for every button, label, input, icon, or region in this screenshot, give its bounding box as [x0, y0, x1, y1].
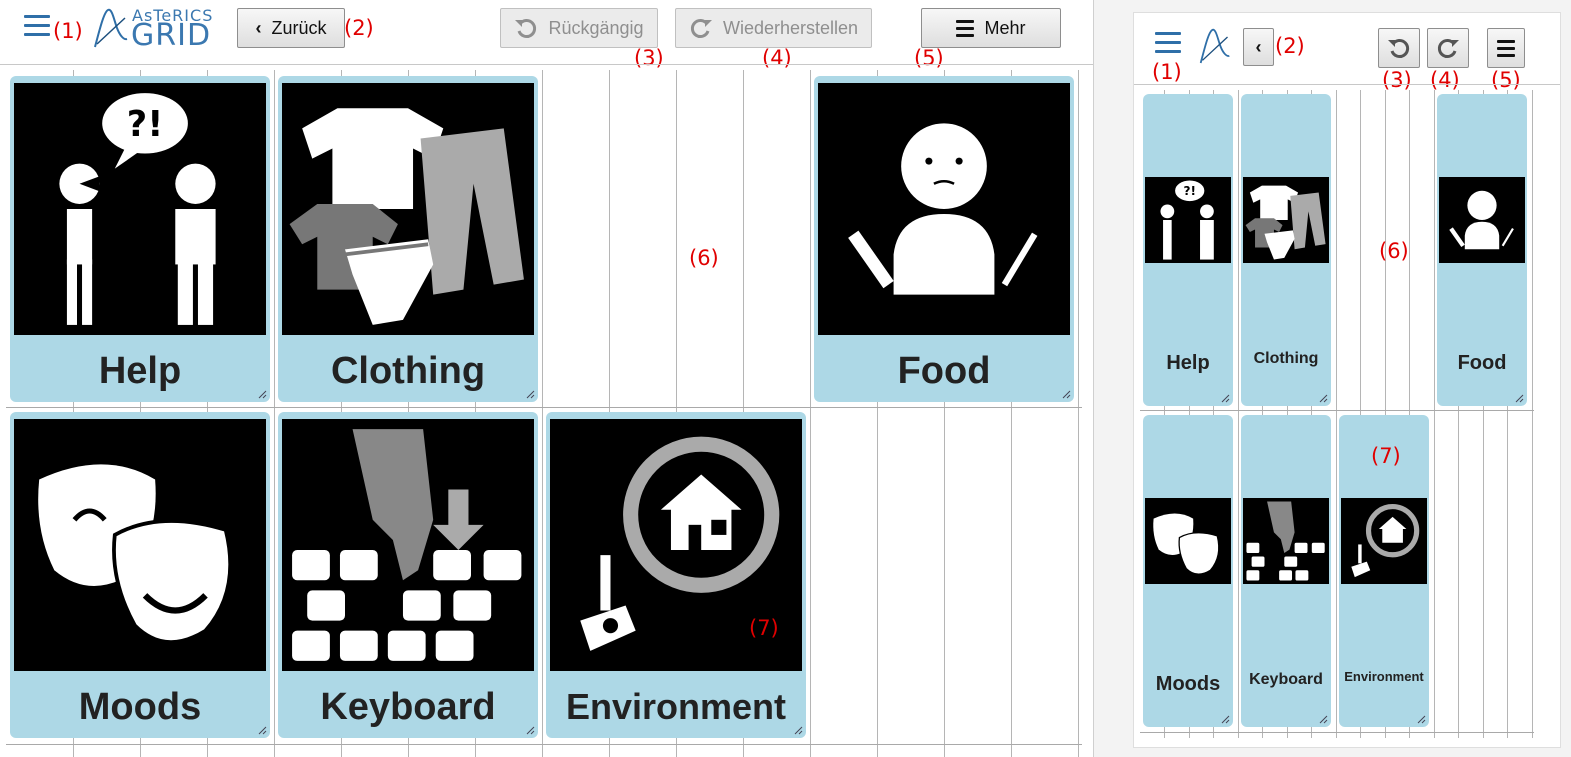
- mobile-undo-button[interactable]: [1378, 28, 1420, 68]
- tile-label: Keyboard: [320, 686, 496, 728]
- moods-pictogram-icon: [1145, 498, 1231, 584]
- tile-label: Help: [1166, 352, 1210, 374]
- resize-handle-icon: [1319, 715, 1328, 724]
- tile-label: Food: [1457, 352, 1507, 374]
- tile-label: Clothing: [1253, 350, 1319, 367]
- hamburger-icon: [1155, 32, 1181, 53]
- mobile-view: (1) ‹ (2) (3) (4) (5) (6) ?! Help Clothi…: [1093, 0, 1571, 757]
- menu-icon: [1497, 39, 1515, 57]
- resize-handle-icon: [258, 390, 267, 399]
- header-divider: [0, 64, 1093, 65]
- tile-label: Moods: [78, 686, 202, 728]
- annotation-2: (2): [344, 16, 374, 40]
- annotation-2: (2): [1275, 34, 1305, 58]
- tile-moods[interactable]: Moods: [10, 412, 270, 738]
- mobile-tile-keyboard[interactable]: Keyboard: [1241, 415, 1331, 727]
- mobile-back-button[interactable]: ‹: [1243, 28, 1274, 66]
- annotation-3: (3): [634, 46, 664, 70]
- undo-label: Rückgängig: [548, 17, 644, 38]
- redo-label: Wiederherstellen: [722, 17, 859, 38]
- mobile-header-divider: [1134, 84, 1560, 85]
- food-pictogram-icon: [818, 83, 1070, 335]
- tile-help[interactable]: ?! Help: [10, 76, 270, 402]
- tile-label: Clothing: [330, 350, 486, 392]
- redo-icon: [690, 19, 712, 38]
- redo-button[interactable]: Wiederherstellen: [675, 8, 872, 48]
- help-pictogram-icon: ?!: [14, 83, 266, 335]
- tile-label: Environment: [1344, 669, 1424, 684]
- desktop-view: (1) AsTeRICS GRID ‹ Zurück (2) Rückgängi…: [0, 0, 1093, 757]
- moods-pictogram-icon: [14, 419, 266, 671]
- tile-label: Help: [98, 350, 182, 392]
- keyboard-pictogram-icon: [1243, 498, 1329, 584]
- menu-icon: [956, 19, 975, 37]
- back-button[interactable]: ‹ Zurück: [237, 8, 345, 48]
- mobile-tile-help[interactable]: ?! Help: [1143, 94, 1233, 406]
- mobile-menu-button[interactable]: [1155, 32, 1183, 58]
- annotation-5: (5): [1491, 68, 1521, 92]
- more-button[interactable]: Mehr: [921, 8, 1061, 48]
- more-label: Mehr: [984, 17, 1026, 38]
- hamburger-icon: [24, 13, 50, 36]
- redo-icon: [1437, 39, 1459, 58]
- resize-handle-icon: [1417, 715, 1426, 724]
- svg-text:?!: ?!: [127, 104, 164, 145]
- tile-food[interactable]: Food: [814, 76, 1074, 402]
- tile-label: Food: [897, 350, 991, 392]
- annotation-4: (4): [1430, 68, 1460, 92]
- resize-handle-icon: [1319, 394, 1328, 403]
- annotation-1: (1): [1152, 60, 1182, 84]
- undo-icon: [1388, 39, 1410, 58]
- environment-pictogram-icon: [1341, 498, 1427, 584]
- annotation-5: (5): [914, 46, 944, 70]
- resize-handle-icon: [1221, 715, 1230, 724]
- clothing-pictogram-icon: [1243, 177, 1329, 263]
- help-pictogram-icon: ?!: [1145, 177, 1231, 263]
- annotation-6: (6): [1379, 239, 1409, 263]
- mobile-tile-food[interactable]: Food: [1437, 94, 1527, 406]
- mobile-logo-icon: [1199, 28, 1230, 64]
- resize-handle-icon: [1062, 390, 1071, 399]
- annotation-4: (4): [762, 46, 792, 70]
- keyboard-pictogram-icon: [282, 419, 534, 671]
- annotation-7: (7): [749, 616, 779, 640]
- resize-handle-icon: [1221, 394, 1230, 403]
- resize-handle-icon: [258, 726, 267, 735]
- clothing-pictogram-icon: [282, 83, 534, 335]
- mobile-more-button[interactable]: [1487, 28, 1525, 68]
- asterics-logo: AsTeRICS GRID: [92, 6, 217, 53]
- tile-clothing[interactable]: Clothing: [278, 76, 538, 402]
- menu-button[interactable]: [24, 13, 52, 41]
- annotation-6: (6): [689, 246, 719, 270]
- mobile-tile-clothing[interactable]: Clothing: [1241, 94, 1331, 406]
- resize-handle-icon: [526, 726, 535, 735]
- annotation-3: (3): [1382, 68, 1412, 92]
- svg-text:?!: ?!: [1183, 184, 1195, 198]
- resize-handle-icon: [1515, 394, 1524, 403]
- tile-keyboard[interactable]: Keyboard: [278, 412, 538, 738]
- tile-label: Moods: [1155, 673, 1221, 695]
- tile-environment[interactable]: Environment: [546, 412, 806, 738]
- tile-label: Environment: [565, 686, 787, 727]
- chevron-left-icon: ‹: [1255, 36, 1262, 57]
- undo-button[interactable]: Rückgängig: [500, 8, 658, 48]
- annotation-1: (1): [53, 19, 83, 43]
- logo-text-bottom: GRID: [131, 18, 212, 53]
- resize-handle-icon: [526, 390, 535, 399]
- food-pictogram-icon: [1439, 177, 1525, 263]
- undo-icon: [515, 19, 537, 38]
- resize-handle-icon: [794, 726, 803, 735]
- chevron-left-icon: ‹: [255, 17, 262, 38]
- logo-curve-icon: [94, 8, 128, 48]
- mobile-redo-button[interactable]: [1427, 28, 1469, 68]
- back-label: Zurück: [271, 17, 327, 38]
- mobile-tile-moods[interactable]: Moods: [1143, 415, 1233, 727]
- annotation-7: (7): [1371, 444, 1401, 468]
- tile-label: Keyboard: [1249, 671, 1323, 688]
